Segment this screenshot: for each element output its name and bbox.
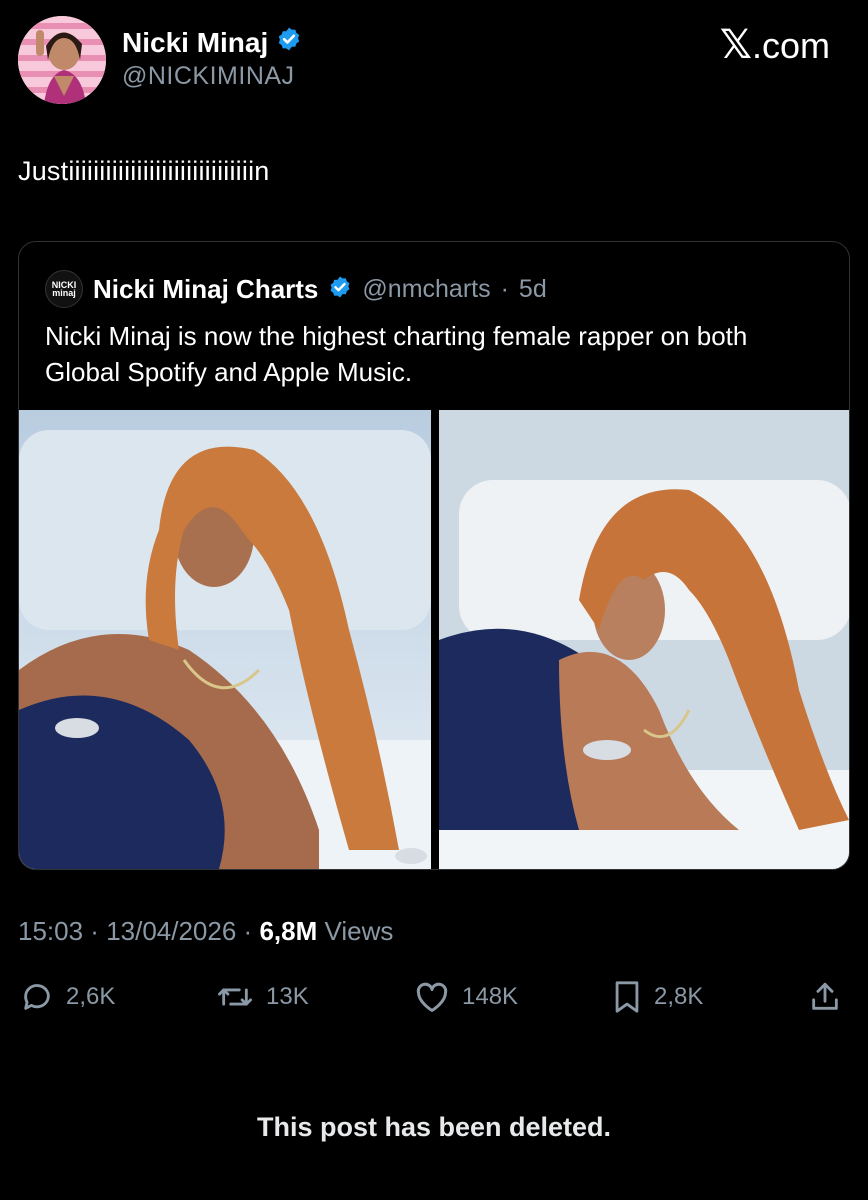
like-count: 148K bbox=[462, 983, 519, 1010]
meta-separator: · bbox=[236, 916, 260, 946]
quoted-separator: · bbox=[500, 274, 509, 303]
reply-button[interactable]: 2,6K bbox=[20, 980, 115, 1014]
post-meta: 15:03 · 13/04/2026 · 6,8M Views bbox=[18, 916, 393, 947]
meta-separator: · bbox=[83, 916, 107, 946]
verified-badge-icon bbox=[276, 26, 302, 59]
like-button[interactable]: 148K bbox=[414, 980, 518, 1014]
views-label: Views bbox=[317, 916, 394, 946]
share-button[interactable] bbox=[808, 980, 842, 1014]
author-avatar[interactable] bbox=[18, 16, 106, 104]
quoted-author-avatar[interactable]: NICKI minaj bbox=[45, 270, 83, 308]
x-domain-text: .com bbox=[751, 25, 830, 66]
quoted-photo-2[interactable] bbox=[439, 410, 849, 869]
x-com-logo: 𝕏 .com bbox=[720, 22, 830, 68]
quoted-post-card[interactable]: NICKI minaj Nicki Minaj Charts @nmcharts … bbox=[18, 241, 850, 870]
author-name-row[interactable]: Nicki Minaj bbox=[122, 26, 302, 59]
quoted-logo-bottom: minaj bbox=[52, 288, 76, 298]
share-icon bbox=[808, 980, 842, 1014]
author-name[interactable]: Nicki Minaj bbox=[122, 27, 268, 59]
bookmark-icon bbox=[612, 980, 642, 1014]
quoted-photo-1[interactable] bbox=[19, 410, 431, 869]
post-date[interactable]: 13/04/2026 bbox=[106, 916, 236, 946]
repost-icon bbox=[216, 980, 254, 1014]
post-time[interactable]: 15:03 bbox=[18, 916, 83, 946]
quoted-author-name[interactable]: Nicki Minaj Charts bbox=[93, 274, 318, 305]
post-text: Justiiiiiiiiiiiiiiiiiiiiiiiiiiiiiin bbox=[18, 156, 270, 186]
quoted-post-age: 5d bbox=[518, 274, 547, 303]
repost-count: 13K bbox=[266, 983, 309, 1010]
reply-count: 2,6K bbox=[66, 983, 116, 1010]
bookmark-button[interactable]: 2,8K bbox=[612, 980, 703, 1014]
repost-button[interactable]: 13K bbox=[216, 980, 309, 1014]
quoted-author-handle[interactable]: @nmcharts bbox=[362, 275, 490, 304]
reply-icon bbox=[20, 980, 54, 1014]
views-count[interactable]: 6,8M bbox=[259, 916, 317, 946]
action-bar: 2,6K 13K 148K 2,8K bbox=[18, 980, 848, 1020]
author-handle[interactable]: @NICKIMINAJ bbox=[122, 62, 295, 91]
quoted-post-header: NICKI minaj Nicki Minaj Charts @nmcharts … bbox=[45, 270, 547, 308]
heart-icon bbox=[414, 980, 450, 1014]
bookmark-count: 2,8K bbox=[654, 983, 704, 1010]
x-logo-icon: 𝕏 bbox=[719, 22, 752, 68]
verified-badge-icon bbox=[328, 275, 352, 304]
quoted-post-text: Nicki Minaj is now the highest charting … bbox=[45, 321, 748, 387]
deleted-notice: This post has been deleted. bbox=[256, 1112, 612, 1142]
